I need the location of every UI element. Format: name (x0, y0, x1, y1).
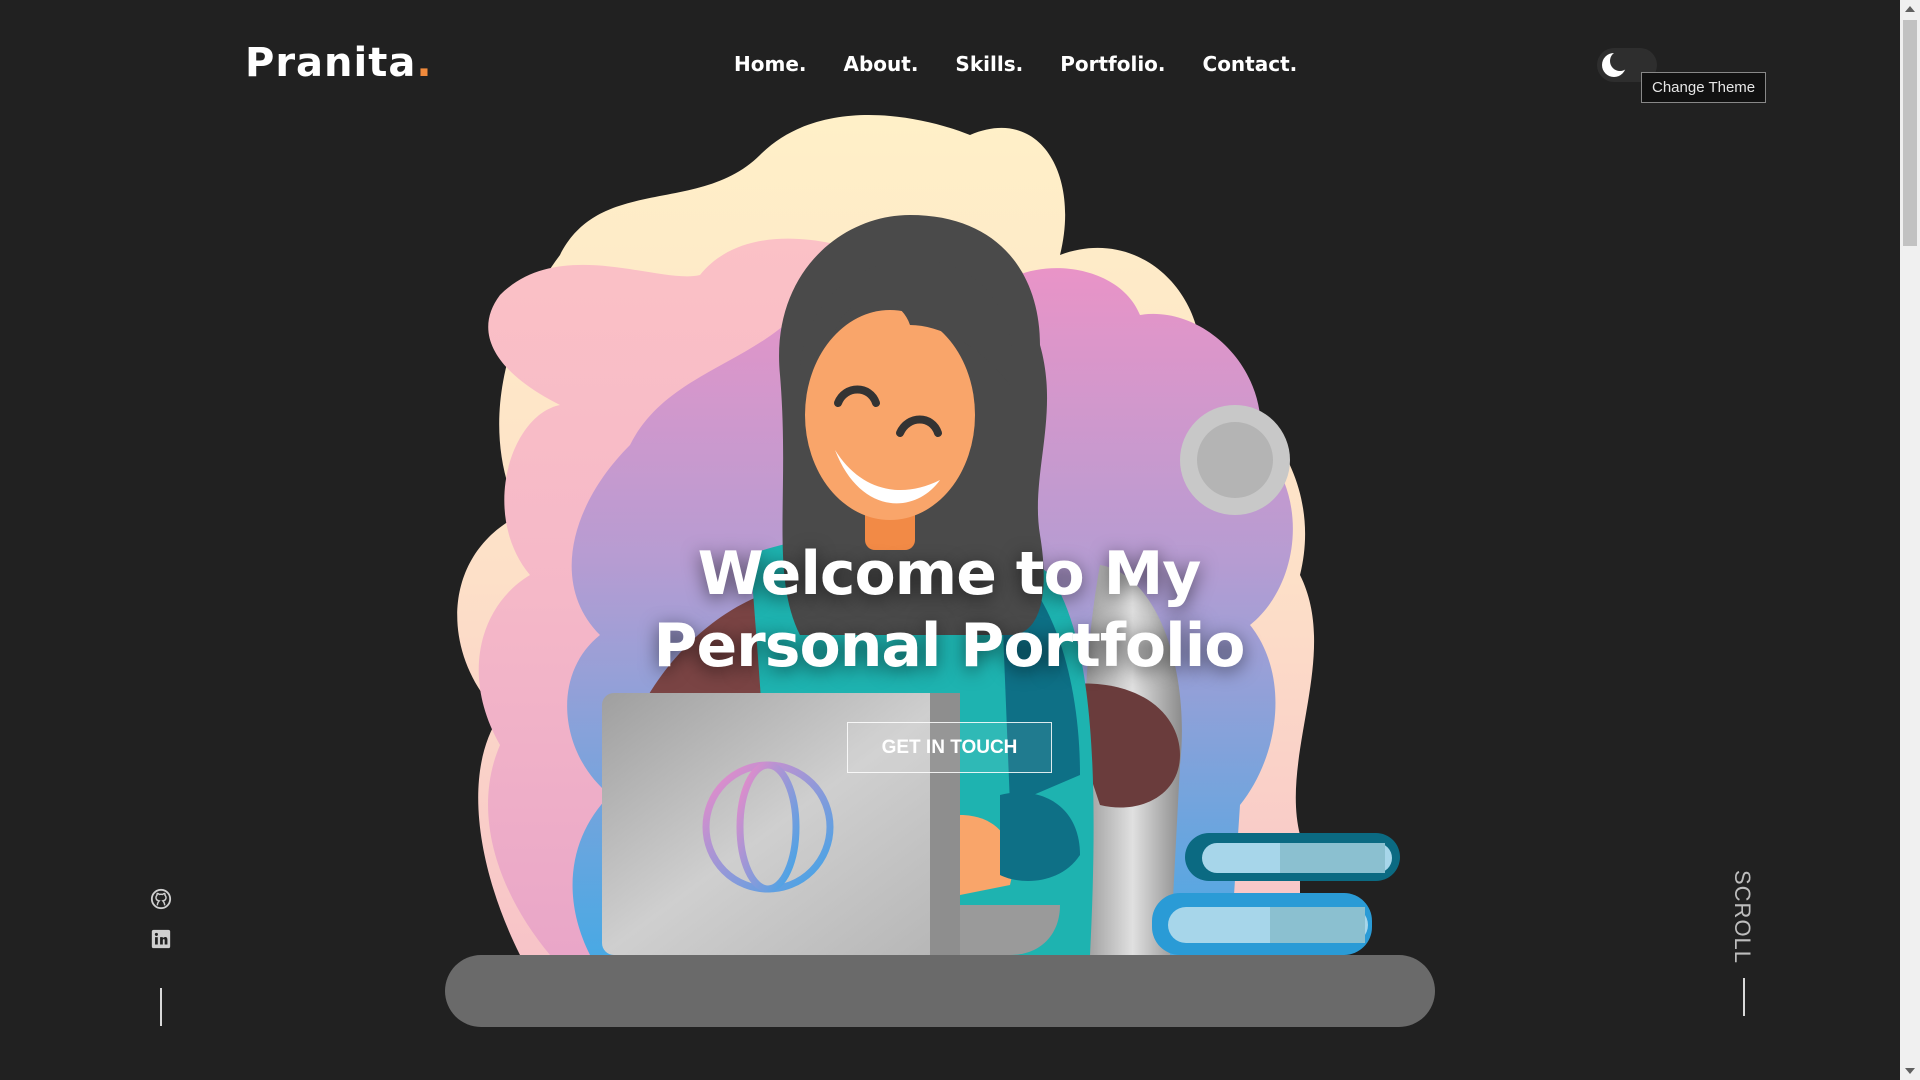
logo-dot: . (416, 40, 433, 86)
scroll-line (1743, 978, 1745, 1016)
github-icon[interactable] (150, 888, 172, 910)
nav-about[interactable]: About. (843, 52, 918, 76)
get-in-touch-button[interactable]: GET IN TOUCH (847, 722, 1052, 773)
nav-home[interactable]: Home. (734, 52, 806, 76)
scroll-up-arrow-icon[interactable] (1905, 6, 1915, 12)
hero-title-line1: Welcome to My (697, 539, 1202, 609)
scroll-label[interactable]: SCROLL (1729, 870, 1755, 964)
nav-portfolio[interactable]: Portfolio. (1060, 52, 1165, 76)
nav-contact[interactable]: Contact. (1203, 52, 1298, 76)
nav-skills[interactable]: Skills. (955, 52, 1023, 76)
social-divider-line (160, 988, 162, 1026)
main-nav: Home. About. Skills. Portfolio. Contact. (734, 52, 1334, 76)
theme-tooltip: Change Theme (1641, 72, 1767, 103)
social-links (150, 888, 172, 1026)
moon-icon (1602, 52, 1627, 77)
hero-title-line2: Personal Portfolio (653, 611, 1246, 681)
scrollbar-thumb[interactable] (1903, 20, 1917, 246)
logo-text: Pranita (245, 40, 417, 86)
hero-title: Welcome to My Personal Portfolio (0, 538, 1898, 682)
linkedin-icon[interactable] (150, 928, 172, 950)
scroll-down-arrow-icon[interactable] (1905, 1068, 1915, 1074)
site-logo[interactable]: Pranita. (245, 40, 433, 86)
page-scrollbar[interactable] (1900, 0, 1920, 1080)
